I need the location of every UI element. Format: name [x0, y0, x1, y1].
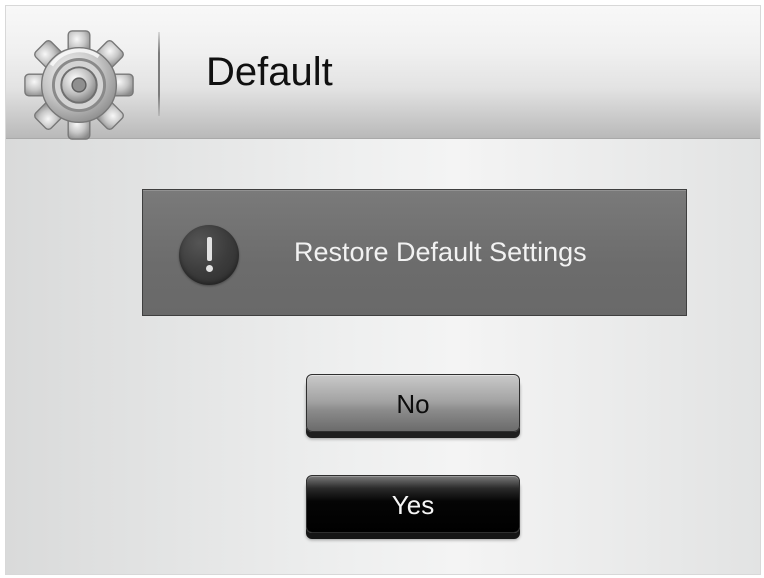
restore-default-warning: Restore Default Settings	[142, 189, 687, 316]
title-bar: Default	[6, 6, 760, 140]
yes-button[interactable]: Yes	[306, 475, 520, 533]
exclamation-mark-stroke	[207, 237, 212, 261]
title-divider	[158, 32, 160, 116]
warning-message: Restore Default Settings	[294, 237, 587, 267]
exclamation-mark-dot	[206, 265, 213, 272]
page-title: Default	[206, 50, 333, 94]
gear-icon	[20, 26, 138, 144]
exclamation-icon	[179, 225, 239, 285]
no-button[interactable]: No	[306, 374, 520, 432]
settings-screen: Default Restore Default Settings No Yes	[6, 6, 760, 574]
